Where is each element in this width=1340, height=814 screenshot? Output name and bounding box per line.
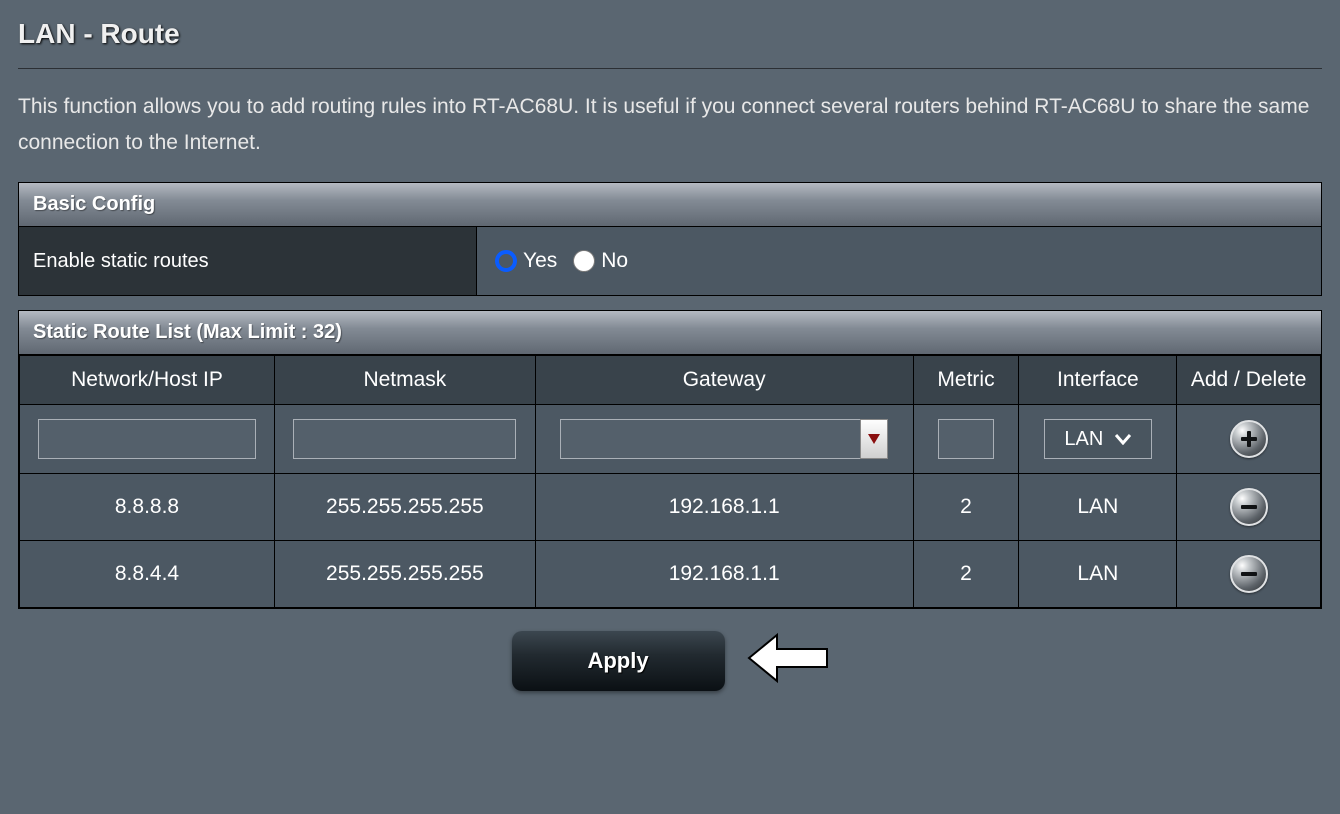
new-metric-input[interactable] <box>938 419 994 459</box>
row-netmask: 255.255.255.255 <box>275 474 536 541</box>
col-action: Add / Delete <box>1177 356 1321 405</box>
new-gateway-input[interactable] <box>560 419 860 459</box>
row-gateway: 192.168.1.1 <box>535 541 913 608</box>
divider <box>18 68 1322 69</box>
enable-no-radio[interactable] <box>573 250 595 272</box>
row-metric: 2 <box>913 474 1019 541</box>
col-metric: Metric <box>913 356 1019 405</box>
enable-static-routes-row: Enable static routes Yes No <box>19 227 1321 295</box>
new-interface-select[interactable]: LAN <box>1044 419 1152 459</box>
row-ip: 8.8.8.8 <box>20 474 275 541</box>
table-new-row: LAN <box>20 405 1321 474</box>
minus-icon <box>1239 497 1259 517</box>
table-row: 8.8.8.8 255.255.255.255 192.168.1.1 2 LA… <box>20 474 1321 541</box>
enable-static-routes-value: Yes No <box>477 227 1321 295</box>
route-list-panel: Static Route List (Max Limit : 32) Netwo… <box>18 310 1322 609</box>
row-metric: 2 <box>913 541 1019 608</box>
new-interface-value: LAN <box>1064 428 1103 451</box>
route-list-header: Static Route List (Max Limit : 32) <box>19 311 1321 355</box>
apply-button[interactable]: Apply <box>512 631 725 691</box>
row-interface: LAN <box>1019 474 1177 541</box>
col-netmask: Netmask <box>275 356 536 405</box>
table-header-row: Network/Host IP Netmask Gateway Metric I… <box>20 356 1321 405</box>
gateway-dropdown-button[interactable] <box>860 419 888 459</box>
caret-down-icon <box>868 434 880 444</box>
enable-yes-radio[interactable] <box>495 250 517 272</box>
route-table: Network/Host IP Netmask Gateway Metric I… <box>19 355 1321 608</box>
plus-icon <box>1239 429 1259 449</box>
table-row: 8.8.4.4 255.255.255.255 192.168.1.1 2 LA… <box>20 541 1321 608</box>
page-title: LAN - Route <box>18 18 1322 50</box>
apply-row: Apply <box>18 629 1322 692</box>
enable-static-routes-label: Enable static routes <box>19 227 477 295</box>
arrow-annotation <box>747 629 829 692</box>
col-interface: Interface <box>1019 356 1177 405</box>
add-route-button[interactable] <box>1230 420 1268 458</box>
delete-route-button[interactable] <box>1230 555 1268 593</box>
row-interface: LAN <box>1019 541 1177 608</box>
new-netmask-input[interactable] <box>293 419 516 459</box>
basic-config-panel: Basic Config Enable static routes Yes No <box>18 182 1322 296</box>
minus-icon <box>1239 564 1259 584</box>
chevron-down-icon <box>1115 433 1131 445</box>
row-netmask: 255.255.255.255 <box>275 541 536 608</box>
enable-yes-label: Yes <box>523 249 557 273</box>
new-ip-input[interactable] <box>38 419 256 459</box>
arrow-left-icon <box>747 629 829 687</box>
enable-no-option[interactable]: No <box>573 249 628 273</box>
basic-config-header: Basic Config <box>19 183 1321 227</box>
col-ip: Network/Host IP <box>20 356 275 405</box>
enable-yes-option[interactable]: Yes <box>495 249 557 273</box>
enable-no-label: No <box>601 249 628 273</box>
col-gateway: Gateway <box>535 356 913 405</box>
row-gateway: 192.168.1.1 <box>535 474 913 541</box>
row-ip: 8.8.4.4 <box>20 541 275 608</box>
delete-route-button[interactable] <box>1230 488 1268 526</box>
page-description: This function allows you to add routing … <box>18 89 1322 160</box>
